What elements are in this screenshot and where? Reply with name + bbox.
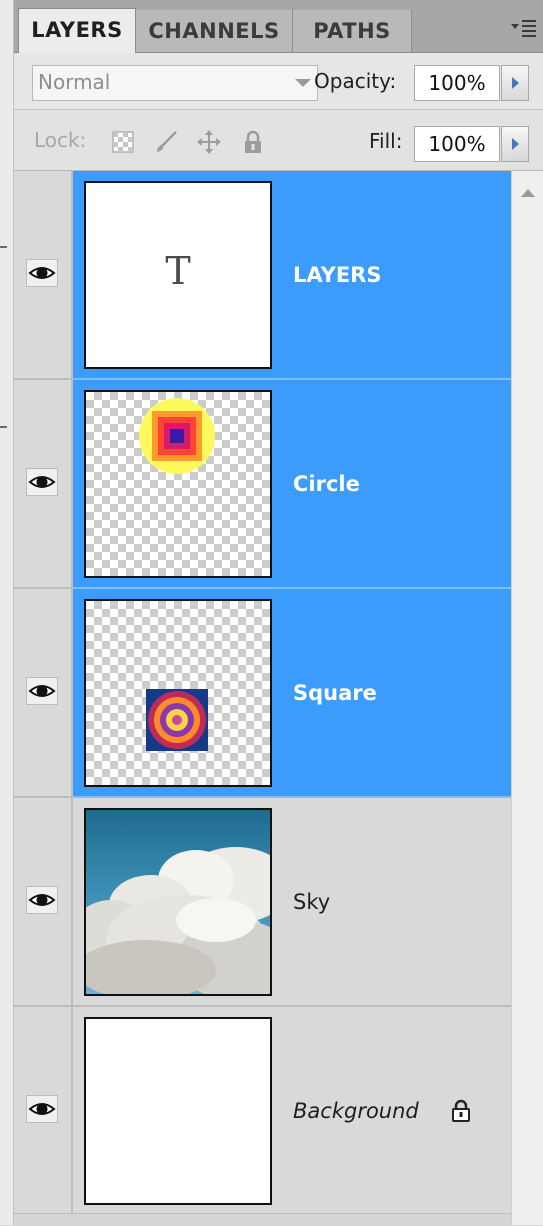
tab-paths[interactable]: PATHS — [292, 10, 412, 52]
layer-row-background[interactable]: Background — [14, 1007, 511, 1216]
visibility-toggle[interactable] — [26, 259, 58, 287]
layer-thumbnail — [84, 1017, 272, 1205]
dock-marker — [0, 246, 7, 248]
layer-row-circle[interactable]: Circle — [14, 380, 511, 589]
visibility-toggle[interactable] — [26, 677, 58, 705]
layer-thumbnail — [84, 808, 272, 996]
chevron-down-icon — [295, 79, 311, 87]
visibility-toggle[interactable] — [26, 468, 58, 496]
layer-name[interactable]: Square — [293, 681, 377, 705]
visibility-column — [14, 380, 73, 589]
eye-icon — [28, 685, 56, 697]
sky-clouds-image — [86, 847, 270, 994]
eye-icon — [28, 1103, 56, 1115]
layer-list: T LAYERS Circle Square Sky Background — [14, 171, 511, 1216]
lock-all-padlock-icon[interactable] — [241, 130, 265, 154]
visibility-column — [14, 589, 73, 798]
panel-bottom-edge — [14, 1213, 511, 1226]
lock-transparent-pixels-icon[interactable] — [111, 130, 135, 154]
dock-marker — [0, 426, 7, 428]
arrow-right-icon — [512, 77, 519, 89]
fill-label: Fill: — [369, 129, 403, 153]
layer-content: Circle — [73, 380, 511, 589]
layer-thumbnail — [84, 599, 272, 787]
layer-name[interactable]: Circle — [293, 472, 360, 496]
eye-icon — [28, 267, 56, 279]
blend-mode-value: Normal — [38, 70, 111, 94]
visibility-column — [14, 1007, 73, 1216]
layer-row-sky[interactable]: Sky — [14, 798, 511, 1007]
layer-thumbnail: T — [84, 181, 272, 369]
eye-icon — [28, 894, 56, 906]
layers-panel: LAYERS CHANNELS PATHS Normal Opacity: 10… — [14, 0, 543, 1226]
opacity-input[interactable]: 100% — [414, 65, 500, 101]
blend-opacity-row: Normal Opacity: 100% — [14, 53, 543, 110]
layer-content: Background — [73, 1007, 511, 1216]
arrow-right-icon — [512, 138, 519, 150]
lock-icon — [452, 1099, 470, 1122]
lock-position-move-icon[interactable] — [197, 130, 221, 154]
layer-list-scrollbar[interactable] — [511, 171, 543, 1225]
lock-label: Lock: — [34, 128, 87, 152]
opacity-label: Opacity: — [314, 69, 397, 93]
opacity-slider-button[interactable] — [501, 65, 529, 101]
blend-mode-dropdown[interactable]: Normal — [32, 65, 318, 101]
text-layer-glyph: T — [165, 249, 191, 293]
layer-row-text[interactable]: T LAYERS — [14, 171, 511, 380]
thumbnail-art — [146, 689, 208, 751]
tab-layers[interactable]: LAYERS — [18, 8, 136, 54]
layer-name[interactable]: Sky — [293, 890, 330, 914]
panel-tab-bar: LAYERS CHANNELS PATHS — [14, 0, 543, 54]
layer-content: Square — [73, 589, 511, 798]
eye-icon — [28, 476, 56, 488]
visibility-toggle[interactable] — [26, 1095, 58, 1123]
fill-input[interactable]: 100% — [414, 126, 500, 162]
left-dock-edge — [0, 0, 14, 1225]
visibility-column — [14, 171, 73, 380]
scroll-up-icon[interactable] — [521, 189, 535, 197]
thumbnail-art — [139, 398, 215, 474]
lock-fill-row: Lock: Fill: 100% — [14, 110, 543, 171]
visibility-column — [14, 798, 73, 1007]
tab-channels[interactable]: CHANNELS — [135, 10, 293, 52]
layer-name[interactable]: LAYERS — [293, 263, 381, 287]
layer-thumbnail — [84, 390, 272, 578]
panel-menu-icon[interactable] — [511, 18, 537, 38]
fill-slider-button[interactable] — [501, 126, 529, 162]
layer-row-square[interactable]: Square — [14, 589, 511, 798]
visibility-toggle[interactable] — [26, 886, 58, 914]
layer-content: Sky — [73, 798, 511, 1007]
layer-name[interactable]: Background — [293, 1099, 419, 1123]
lock-image-pixels-brush-icon[interactable] — [154, 130, 178, 154]
layer-content: T LAYERS — [73, 171, 511, 380]
